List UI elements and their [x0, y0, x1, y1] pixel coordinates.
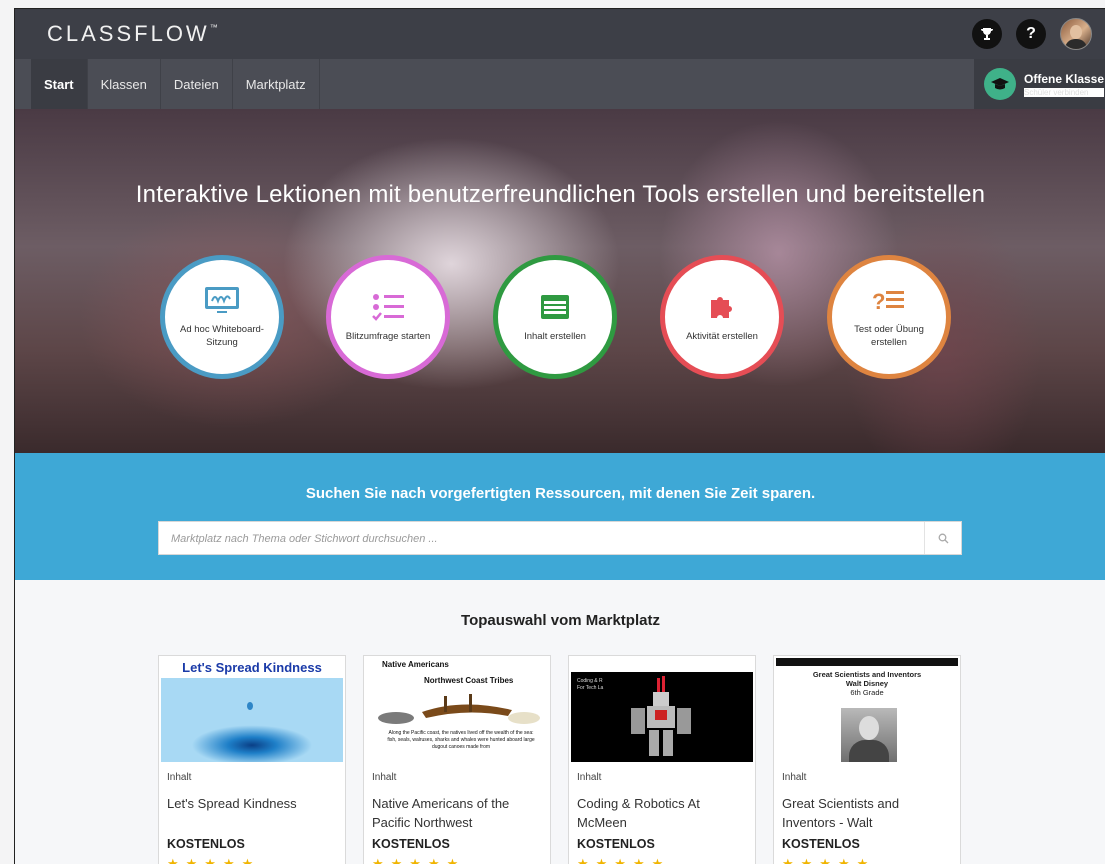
thumb-caption: Coding & R For Tech La [577, 678, 604, 691]
card-title: Great Scientists and Inventors - Walt [782, 796, 900, 830]
create-quiz-button[interactable]: ? Test oder Übung erstellen [827, 255, 951, 379]
card-price: KOSTENLOS [782, 837, 860, 851]
trophy-icon[interactable] [972, 19, 1002, 49]
portrait-photo [841, 708, 897, 762]
open-class-button[interactable]: Offene Klasse Schüler verbinden [974, 59, 1105, 109]
svg-text:?: ? [872, 289, 885, 314]
puzzle-icon [711, 296, 732, 318]
portrait-face [859, 716, 879, 740]
nav-bar: Start Klassen Dateien Marktplatz Offene … [15, 59, 1105, 109]
tab-start[interactable]: Start [31, 59, 88, 109]
hero-title: Interaktive Lektionen mit benutzerfreund… [135, 181, 986, 208]
whiteboard-session-label: Ad hoc Whiteboard-Sitzung [180, 324, 264, 348]
open-class-subtitle: Schüler verbinden [1024, 87, 1105, 97]
search-input[interactable] [169, 522, 923, 556]
create-activity-label: Aktivität erstellen [686, 330, 758, 342]
help-icon[interactable]: ? [1016, 19, 1046, 49]
tab-klassen[interactable]: Klassen [88, 59, 161, 109]
top-bar: CLASSFLOW™ ? [15, 9, 1105, 59]
thumb-top-strip [571, 658, 753, 672]
card-thumbnail: Let's Spread Kindness [161, 658, 343, 762]
card-thumbnail: Great Scientists and Inventors Walt Disne… [776, 658, 958, 762]
whiteboard-session-button[interactable]: Ad hoc Whiteboard-Sitzung [160, 255, 284, 379]
marketplace-card[interactable]: Let's Spread Kindness Inhalt Let's Sprea… [158, 655, 346, 864]
create-content-button[interactable]: Inhalt erstellen [493, 255, 617, 379]
portrait-suit [849, 740, 889, 762]
quick-poll-label: Blitzumfrage starten [345, 330, 431, 342]
thumb-top-bar [776, 658, 958, 666]
graduation-cap-icon [984, 68, 1016, 100]
canoe-illustration [378, 694, 540, 724]
robot-image [631, 676, 691, 756]
whiteboard-icon [205, 287, 239, 313]
avatar[interactable] [1060, 18, 1092, 50]
classflow-logo[interactable]: CLASSFLOW™ [47, 21, 218, 47]
card-type: Inhalt [577, 772, 602, 783]
card-thumbnail: Coding & R For Tech La [571, 658, 753, 762]
featured-title: Topauswahl vom Marktplatz [461, 612, 660, 629]
card-title: Native Americans of the Pacific Northwes… [372, 796, 510, 830]
search-icon[interactable] [924, 522, 961, 554]
top-icons: ? [972, 18, 1092, 50]
tab-marktplatz[interactable]: Marktplatz [233, 59, 320, 109]
card-price: KOSTENLOS [577, 837, 655, 851]
water-image [161, 678, 343, 762]
card-type: Inhalt [782, 772, 807, 783]
search-section: Suchen Sie nach vorgefertigten Ressource… [15, 453, 1105, 580]
tab-dateien[interactable]: Dateien [161, 59, 233, 109]
marketplace-card[interactable]: Coding & R For Tech La Inhalt Coding & Ro… [568, 655, 756, 864]
open-class-text: Offene Klasse Schüler verbinden [1024, 71, 1105, 97]
create-quiz-label: Test oder Übung erstellen [854, 324, 924, 348]
open-class-title: Offene Klasse [1024, 71, 1105, 86]
create-content-label: Inhalt erstellen [524, 330, 586, 342]
app-frame: CLASSFLOW™ ? Start Klassen Dateien Markt… [14, 8, 1105, 864]
thumb-heading: Native Americans [382, 660, 449, 669]
hero-banner: Interaktive Lektionen mit benutzerfreund… [15, 109, 1105, 453]
search-box [158, 521, 962, 556]
thumb-body-text: Along the Pacific coast, the natives liv… [387, 730, 535, 750]
card-thumbnail: Native Americans Northwest Coast Tribes … [366, 658, 548, 762]
quick-poll-button[interactable]: Blitzumfrage starten [326, 255, 450, 379]
create-activity-button[interactable]: Aktivität erstellen [660, 255, 784, 379]
card-title: Coding & Robotics At McMeen [577, 796, 700, 830]
marketplace-card[interactable]: Great Scientists and Inventors Walt Disne… [773, 655, 961, 864]
card-title: Let's Spread Kindness [167, 796, 297, 811]
card-price: KOSTENLOS [372, 837, 450, 851]
poll-list-icon [372, 293, 404, 321]
card-type: Inhalt [372, 772, 397, 783]
search-title: Suchen Sie nach vorgefertigten Ressource… [305, 485, 816, 502]
thumb-banner-text: Let's Spread Kindness [161, 658, 343, 678]
thumb-subheading: Northwest Coast Tribes [424, 676, 514, 685]
water-drop [247, 702, 253, 710]
avatar-body [1065, 39, 1087, 49]
card-price: KOSTENLOS [167, 837, 245, 851]
content-icon [541, 294, 569, 319]
marketplace-card[interactable]: Native Americans Northwest Coast Tribes … [363, 655, 551, 864]
avatar-head [1070, 25, 1082, 39]
nav-tabs: Start Klassen Dateien Marktplatz [31, 59, 320, 109]
quiz-icon: ? [872, 289, 904, 314]
thumb-heading: Great Scientists and Inventors Walt Disne… [812, 670, 922, 697]
card-type: Inhalt [167, 772, 192, 783]
